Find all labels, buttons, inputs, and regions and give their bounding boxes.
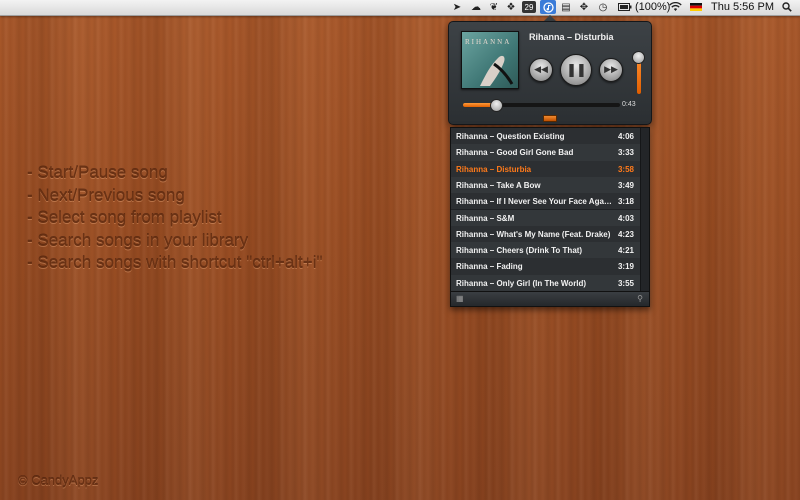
song-title: Rihanna – Question Existing xyxy=(456,132,565,141)
song-title: Rihanna – Disturbia xyxy=(456,164,532,174)
song-title: Rihanna – Only Girl (In The World) xyxy=(456,278,587,288)
playlist-scrollbar[interactable] xyxy=(640,128,649,291)
song-duration: 4:21 xyxy=(617,246,634,256)
feature-item: - Select song from playlist xyxy=(27,208,222,227)
playlist-menu-icon[interactable]: ▦ xyxy=(456,294,464,303)
song-title: Rihanna – Fading xyxy=(456,262,523,272)
copyright-text: © CandyAppz xyxy=(18,473,99,488)
time-machine-icon[interactable]: ◷ xyxy=(596,1,610,13)
playlist-row[interactable]: Rihanna – Only Girl (In The World) 3:55 xyxy=(451,274,649,292)
seek-bar[interactable] xyxy=(463,103,620,107)
music-player-icon[interactable] xyxy=(540,0,556,14)
song-duration: 3:18 xyxy=(617,197,634,207)
playlist-row[interactable]: Rihanna – Disturbia 3:58 xyxy=(451,160,649,178)
elapsed-time: 0:43 xyxy=(622,101,636,108)
song-title: Rihanna – If I Never See Your Face Again… xyxy=(456,197,614,207)
song-duration: 4:03 xyxy=(617,213,634,223)
feature-list: - Start/Pause song - Next/Previous song … xyxy=(27,162,323,275)
evernote-icon[interactable]: ❦ xyxy=(488,1,500,13)
link-icon[interactable]: ⚲ xyxy=(637,294,643,303)
song-duration: 4:23 xyxy=(617,229,634,239)
song-duration: 3:19 xyxy=(617,262,634,272)
fast-forward-icon: ▶▶ xyxy=(604,65,618,75)
song-title: Rihanna – Take A Bow xyxy=(456,180,541,190)
playlist-row[interactable]: Rihanna – Good Girl Gone Bad 3:33 xyxy=(451,144,649,162)
song-duration: 3:58 xyxy=(617,164,634,174)
playlist-row[interactable]: Rihanna – If I Never See Your Face Again… xyxy=(451,193,649,211)
playlist-panel: Rihanna – Question Existing 4:06 Rihanna –… xyxy=(450,127,650,307)
song-duration: 3:33 xyxy=(617,148,634,158)
search-icon[interactable] xyxy=(781,1,793,13)
volume-knob[interactable] xyxy=(632,51,645,64)
move-icon[interactable]: ✥ xyxy=(578,1,590,13)
playlist-footer: ▦ ⚲ xyxy=(451,291,649,306)
song-title: Rihanna – Good Girl Gone Bad xyxy=(456,148,574,158)
calendar-icon[interactable]: 29 xyxy=(522,1,536,13)
next-button[interactable]: ▶▶ xyxy=(599,58,623,82)
feature-item: - Search songs in your library xyxy=(27,230,249,250)
playlist-row[interactable]: Rihanna – What's My Name (Feat. Drake) 4:… xyxy=(451,225,649,244)
song-duration: 3:49 xyxy=(617,180,634,190)
playlist-toggle-handle[interactable] xyxy=(543,115,557,122)
document-icon[interactable]: ▤ xyxy=(560,1,572,13)
german-flag-icon[interactable] xyxy=(690,1,702,13)
now-playing-title: Rihanna – Disturbia xyxy=(529,32,614,42)
song-title: Rihanna – Cheers (Drink To That) xyxy=(456,246,583,256)
cloud-icon[interactable]: ☁ xyxy=(469,1,483,13)
feature-item: - Start/Pause song xyxy=(27,163,168,182)
song-duration: 3:55 xyxy=(617,278,634,288)
player-popup: RIHANNA Rihanna – Disturbia ◀◀ ❚❚ ▶▶ 0:4… xyxy=(448,21,652,125)
song-title: Rihanna – S&M xyxy=(456,213,515,223)
feature-item: - Next/Previous song xyxy=(27,185,185,205)
song-duration: 4:06 xyxy=(617,132,634,141)
song-title: Rihanna – What's My Name (Feat. Drake) xyxy=(456,229,611,239)
album-art: RIHANNA xyxy=(461,31,519,89)
menu-clock[interactable]: Thu 5:56 PM xyxy=(711,1,774,14)
playlist-row[interactable]: Rihanna – Take A Bow 3:49 xyxy=(451,176,649,195)
wifi-icon[interactable] xyxy=(668,1,682,13)
playlist-row[interactable]: Rihanna – S&M 4:03 xyxy=(451,209,649,227)
playlist-row[interactable]: Rihanna – Cheers (Drink To That) 4:21 xyxy=(451,242,649,260)
menu-bar: ➤ ☁ ❦ ❖ 29 ▤ ✥ ◷ (100%) Thu 5:56 PM xyxy=(0,0,800,16)
battery-icon[interactable] xyxy=(618,1,632,13)
pause-icon: ❚❚ xyxy=(566,62,587,78)
playlist-row[interactable]: Rihanna – Question Existing 4:06 xyxy=(451,128,649,146)
cursor-icon[interactable]: ➤ xyxy=(452,1,462,13)
album-art-text: RIHANNA xyxy=(465,38,512,46)
previous-button[interactable]: ◀◀ xyxy=(529,58,553,82)
seek-knob[interactable] xyxy=(490,99,503,112)
volume-fill xyxy=(637,60,641,94)
battery-percentage: (100%) xyxy=(635,1,671,13)
play-pause-button[interactable]: ❚❚ xyxy=(560,54,592,86)
rewind-icon: ◀◀ xyxy=(534,65,548,75)
playlist-row[interactable]: Rihanna – Fading 3:19 xyxy=(451,258,649,276)
feature-item: - Search songs with shortcut "ctrl+alt+i… xyxy=(27,253,323,272)
dropbox-icon[interactable]: ❖ xyxy=(505,1,517,13)
